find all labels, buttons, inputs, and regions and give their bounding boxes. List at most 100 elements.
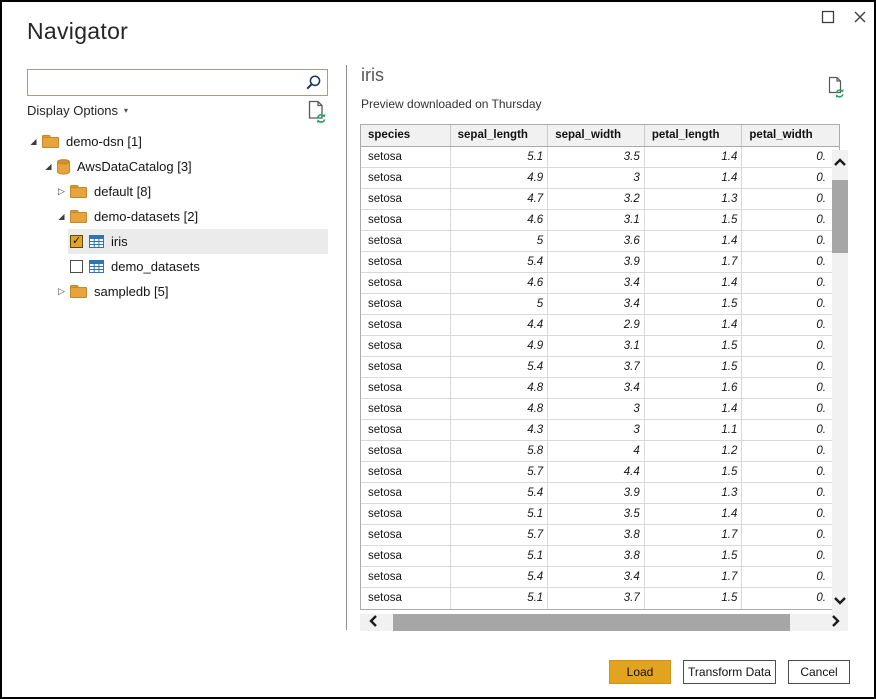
tree-item[interactable]: AwsDataCatalog [3] xyxy=(27,154,328,179)
cell-species: setosa xyxy=(361,462,451,482)
tree-item[interactable]: demo-datasets [2] xyxy=(27,204,328,229)
cell-sepal-length: 5.1 xyxy=(451,504,549,524)
refresh-tree-button[interactable] xyxy=(308,100,328,124)
tree-item[interactable]: demo-dsn [1] xyxy=(27,129,328,154)
cell-petal-length: 1.6 xyxy=(645,378,743,398)
cell-petal-length: 1.5 xyxy=(645,294,743,314)
cell-petal-width: 0. xyxy=(742,168,839,188)
cell-sepal-width: 3.9 xyxy=(548,483,645,503)
expander-icon[interactable] xyxy=(55,287,68,297)
table-row: setosa 4.8 3 1.4 0. xyxy=(361,399,839,420)
refresh-preview-button[interactable] xyxy=(828,76,846,99)
cell-sepal-length: 5.4 xyxy=(451,252,549,272)
cell-petal-width: 0. xyxy=(742,399,839,419)
horizontal-scrollbar[interactable] xyxy=(360,614,848,631)
tree-item-body[interactable]: demo_datasets xyxy=(68,254,328,279)
expander-icon[interactable] xyxy=(27,137,40,146)
cell-petal-length: 1.5 xyxy=(645,336,743,356)
cell-petal-length: 1.5 xyxy=(645,588,743,609)
cell-petal-width: 0. xyxy=(742,357,839,377)
tree-item-body[interactable]: default [8] xyxy=(68,179,328,204)
transform-data-button[interactable]: Transform Data xyxy=(683,660,776,684)
scroll-right-button[interactable] xyxy=(822,614,848,631)
table-row: setosa 5.1 3.5 1.4 0. xyxy=(361,147,839,168)
cell-petal-width: 0. xyxy=(742,252,839,272)
cell-petal-width: 0. xyxy=(742,231,839,251)
scroll-down-button[interactable] xyxy=(832,588,848,614)
tree-item[interactable]: sampledb [5] xyxy=(27,279,328,304)
cell-sepal-length: 4.6 xyxy=(451,273,549,293)
refresh-document-icon xyxy=(828,87,846,102)
tree-item[interactable]: default [8] xyxy=(27,179,328,204)
table-row: setosa 5.7 3.8 1.7 0. xyxy=(361,525,839,546)
cell-sepal-width: 3.7 xyxy=(548,588,645,609)
cancel-button[interactable]: Cancel xyxy=(788,660,850,684)
tree-item-label: demo_datasets xyxy=(111,259,200,274)
search-input[interactable] xyxy=(28,70,327,95)
cell-petal-length: 1.4 xyxy=(645,231,743,251)
maximize-button[interactable] xyxy=(814,5,842,31)
cell-petal-width: 0. xyxy=(742,147,839,167)
cell-petal-length: 1.5 xyxy=(645,357,743,377)
column-header: sepal_length xyxy=(451,125,549,146)
tree-item-body[interactable]: demo-dsn [1] xyxy=(40,129,328,154)
cell-petal-length: 1.4 xyxy=(645,315,743,335)
display-options-dropdown[interactable]: Display Options ▾ xyxy=(27,103,128,118)
folder-icon xyxy=(70,210,87,223)
search-box xyxy=(27,69,328,96)
dataset-checkbox[interactable] xyxy=(70,260,83,273)
cell-sepal-length: 5.1 xyxy=(451,546,549,566)
cell-petal-width: 0. xyxy=(742,546,839,566)
tree-item-body[interactable]: demo-datasets [2] xyxy=(68,204,328,229)
expander-icon[interactable] xyxy=(55,187,68,197)
tree-item[interactable]: iris xyxy=(27,229,328,254)
pane-divider xyxy=(346,65,347,630)
tree-item-label: AwsDataCatalog [3] xyxy=(77,159,192,174)
cell-species: setosa xyxy=(361,420,451,440)
cell-sepal-width: 3.6 xyxy=(548,231,645,251)
dataset-checkbox[interactable] xyxy=(70,235,83,248)
expander-icon[interactable] xyxy=(55,212,68,221)
close-button[interactable] xyxy=(846,5,874,31)
cell-species: setosa xyxy=(361,546,451,566)
scroll-up-button[interactable] xyxy=(832,150,848,176)
table-row: setosa 5 3.6 1.4 0. xyxy=(361,231,839,252)
tree-item-body[interactable]: iris xyxy=(68,229,328,254)
scroll-left-button[interactable] xyxy=(360,614,386,631)
column-header: petal_width xyxy=(742,125,839,146)
cell-sepal-length: 5.1 xyxy=(451,588,549,609)
cell-sepal-width: 3 xyxy=(548,168,645,188)
cell-sepal-width: 3 xyxy=(548,420,645,440)
cell-petal-width: 0. xyxy=(742,273,839,293)
table-row: setosa 5.8 4 1.2 0. xyxy=(361,441,839,462)
cell-sepal-width: 3.4 xyxy=(548,378,645,398)
vertical-scrollbar-thumb[interactable] xyxy=(832,180,848,253)
cell-petal-width: 0. xyxy=(742,567,839,587)
cell-sepal-length: 5 xyxy=(451,231,549,251)
table-row: setosa 4.7 3.2 1.3 0. xyxy=(361,189,839,210)
cell-species: setosa xyxy=(361,399,451,419)
cell-petal-width: 0. xyxy=(742,588,839,609)
cell-sepal-length: 4.7 xyxy=(451,189,549,209)
preview-title: iris xyxy=(361,65,384,86)
cell-species: setosa xyxy=(361,168,451,188)
cell-petal-width: 0. xyxy=(742,315,839,335)
cell-species: setosa xyxy=(361,189,451,209)
vertical-scrollbar[interactable] xyxy=(832,150,848,614)
tree-item-body[interactable]: sampledb [5] xyxy=(68,279,328,304)
cell-sepal-width: 3.4 xyxy=(548,273,645,293)
tree-item-label: sampledb [5] xyxy=(94,284,168,299)
horizontal-scrollbar-thumb[interactable] xyxy=(393,614,790,631)
navigator-tree: demo-dsn [1] xyxy=(27,129,328,304)
cell-sepal-length: 4.6 xyxy=(451,210,549,230)
cell-petal-length: 1.4 xyxy=(645,273,743,293)
options-row: Display Options ▾ xyxy=(27,102,328,126)
load-button[interactable]: Load xyxy=(609,660,671,684)
tree-item[interactable]: demo_datasets xyxy=(27,254,328,279)
search-icon[interactable] xyxy=(304,74,322,92)
expander-icon[interactable] xyxy=(42,162,55,171)
cell-petal-length: 1.4 xyxy=(645,168,743,188)
tree-item-body[interactable]: AwsDataCatalog [3] xyxy=(55,154,328,179)
cell-petal-length: 1.1 xyxy=(645,420,743,440)
table-row: setosa 5.7 4.4 1.5 0. xyxy=(361,462,839,483)
